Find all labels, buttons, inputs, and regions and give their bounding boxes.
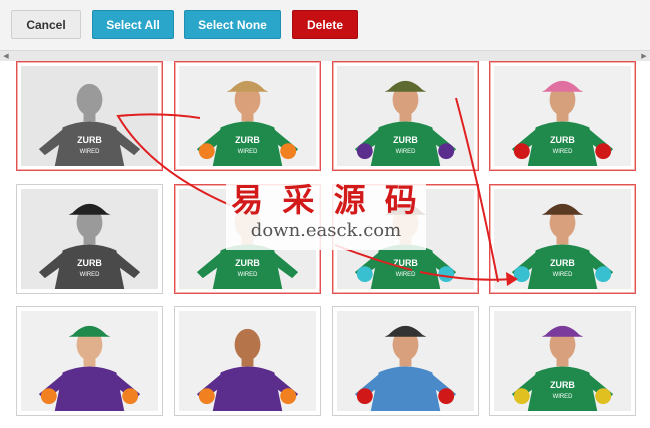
prop-accent	[595, 388, 612, 405]
toolbar: Cancel Select All Select None Delete	[0, 0, 650, 50]
photo-image	[179, 311, 316, 411]
watermark-url: down.easck.com	[250, 220, 402, 241]
shirt-text: ZURB	[550, 135, 575, 145]
person-face	[234, 328, 261, 361]
prop-accent	[198, 143, 215, 160]
photo-tile[interactable]: ZURB WIRED	[489, 61, 636, 171]
shirt-text: ZURB	[550, 258, 575, 268]
photo-image: ZURB WIRED	[494, 66, 631, 166]
prop-accent	[280, 143, 297, 160]
select-none-button[interactable]: Select None	[184, 10, 281, 39]
photo-tile[interactable]	[16, 306, 163, 416]
prop-accent	[438, 143, 455, 160]
shirt-text: WIRED	[80, 149, 100, 155]
arrow-left-icon[interactable]: ◀	[1, 51, 11, 61]
shirt-text: ZURB	[393, 258, 418, 268]
select-all-button[interactable]: Select All	[92, 10, 174, 39]
prop-accent	[513, 266, 530, 283]
prop-accent	[356, 143, 373, 160]
shirt-text: WIRED	[396, 149, 416, 155]
delete-button[interactable]: Delete	[292, 10, 358, 39]
photo-image: ZURB WIRED	[337, 66, 474, 166]
photo-image: ZURB WIRED	[21, 189, 158, 289]
shirt-text: ZURB	[235, 258, 260, 268]
shirt-text: WIRED	[553, 272, 573, 278]
photo-tile[interactable]	[332, 306, 479, 416]
prop-accent	[438, 266, 455, 283]
watermark: 易 采 源 码 down.easck.com	[226, 180, 426, 250]
photo-tile[interactable]: ZURB WIRED	[16, 61, 163, 171]
person-shirt	[54, 366, 125, 411]
photo-tile[interactable]	[174, 306, 321, 416]
person-shirt	[370, 366, 441, 411]
prop-accent	[513, 143, 530, 160]
horizontal-scrollbar[interactable]: ◀ ▶	[0, 50, 650, 61]
photo-image: ZURB WIRED	[21, 66, 158, 166]
prop-accent	[40, 388, 57, 405]
photo-tile[interactable]: ZURB WIRED	[174, 61, 321, 171]
shirt-text: WIRED	[396, 272, 416, 278]
prop-accent	[356, 266, 373, 283]
photo-tile[interactable]: ZURB WIRED	[332, 61, 479, 171]
photo-image	[337, 311, 474, 411]
shirt-text: ZURB	[235, 135, 260, 145]
shirt-text: WIRED	[80, 272, 100, 278]
shirt-text: WIRED	[553, 149, 573, 155]
prop-accent	[513, 388, 530, 405]
watermark-text: 易 采 源 码	[231, 181, 421, 219]
prop-accent	[198, 388, 215, 405]
prop-accent	[122, 388, 139, 405]
prop-accent	[595, 143, 612, 160]
shirt-text: ZURB	[77, 135, 102, 145]
cancel-button[interactable]: Cancel	[11, 10, 81, 39]
prop-accent	[438, 388, 455, 405]
shirt-text: WIRED	[238, 149, 258, 155]
photo-image: ZURB WIRED	[494, 311, 631, 411]
shirt-text: WIRED	[553, 394, 573, 400]
photo-tile[interactable]: ZURB WIRED	[489, 184, 636, 294]
prop-accent	[280, 388, 297, 405]
shirt-text: WIRED	[238, 272, 258, 278]
prop-accent	[595, 266, 612, 283]
photo-tile[interactable]: ZURB WIRED	[16, 184, 163, 294]
shirt-text: ZURB	[550, 380, 575, 390]
photo-tile[interactable]: ZURB WIRED	[489, 306, 636, 416]
prop-accent	[356, 388, 373, 405]
photo-image: ZURB WIRED	[494, 189, 631, 289]
shirt-text: ZURB	[393, 135, 418, 145]
shirt-text: ZURB	[77, 258, 102, 268]
person-face	[76, 83, 103, 116]
photo-image	[21, 311, 158, 411]
person-shirt	[212, 366, 283, 411]
photo-image: ZURB WIRED	[179, 66, 316, 166]
arrow-right-icon[interactable]: ▶	[639, 51, 649, 61]
